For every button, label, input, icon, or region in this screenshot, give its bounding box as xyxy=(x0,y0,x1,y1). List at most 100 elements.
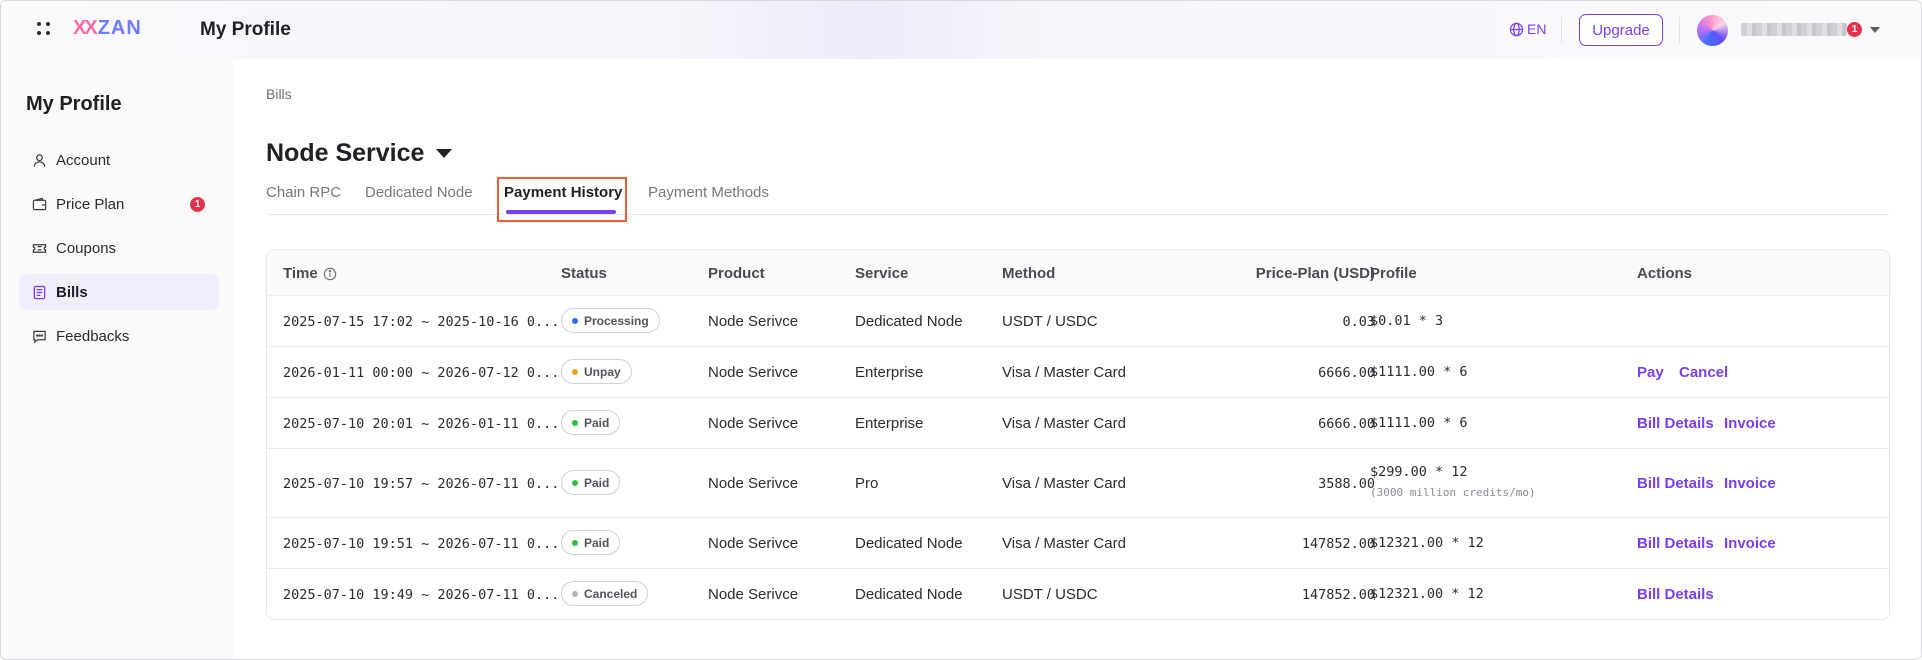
apps-grid-icon[interactable] xyxy=(37,22,51,36)
sidebar-item-label: Feedbacks xyxy=(56,327,130,345)
tab-payment-history[interactable]: Payment History xyxy=(504,184,622,201)
column-header-time: Time xyxy=(283,265,337,282)
cell-service: Enterprise xyxy=(855,415,924,432)
cell-service: Dedicated Node xyxy=(855,313,963,330)
header-divider xyxy=(1561,17,1562,43)
username-blurred[interactable] xyxy=(1741,23,1847,36)
sidebar-item-account[interactable]: Account xyxy=(19,142,219,178)
cell-product: Node Serivce xyxy=(708,586,799,603)
breadcrumb[interactable]: Bills xyxy=(266,86,292,102)
cell-method: Visa / Master Card xyxy=(1002,415,1126,432)
bill-details-link[interactable]: Bill Details xyxy=(1637,535,1714,552)
ticket-icon xyxy=(32,243,47,253)
app-window: XX ZAN My Profile EN Upgrade 1 My Profil… xyxy=(0,0,1922,660)
bill-details-link[interactable]: Bill Details xyxy=(1637,475,1714,492)
service-selector[interactable]: Node Service xyxy=(266,139,453,168)
header-divider xyxy=(1679,17,1680,43)
status-badge: Canceled xyxy=(561,581,649,606)
tab-payment-methods[interactable]: Payment Methods xyxy=(648,184,769,201)
table-row: 2025-07-10 19:57 ~ 2026-07-11 0... Paid … xyxy=(267,449,1889,518)
cell-time: 2025-07-10 20:01 ~ 2026-01-11 0... xyxy=(283,416,560,432)
cell-status: Paid xyxy=(561,410,621,435)
document-icon xyxy=(33,285,46,299)
sidebar-item-label: Price Plan xyxy=(56,195,125,213)
cell-price: 147852.00 xyxy=(1301,536,1375,552)
cell-service: Dedicated Node xyxy=(855,535,963,552)
table-row: 2025-07-10 20:01 ~ 2026-01-11 0... Paid … xyxy=(267,398,1889,449)
cell-service: Pro xyxy=(855,475,879,492)
cell-profile: $299.00 * 12 (3000 million credits/mo) xyxy=(1370,464,1536,499)
sidebar-item-bills[interactable]: Bills xyxy=(19,274,219,310)
table-header: Time Status Product Service Method Price… xyxy=(267,250,1889,296)
invoice-link[interactable]: Invoice xyxy=(1724,415,1776,432)
status-badge: Paid xyxy=(561,530,621,555)
cell-price: 3588.00 xyxy=(1318,476,1375,492)
cell-product: Node Serivce xyxy=(708,364,799,381)
cell-method: Visa / Master Card xyxy=(1002,364,1126,381)
table-row: 2026-01-11 00:00 ~ 2026-07-12 0... Unpay… xyxy=(267,347,1889,398)
upgrade-button[interactable]: Upgrade xyxy=(1579,14,1663,46)
cell-product: Node Serivce xyxy=(708,535,799,552)
status-dot xyxy=(572,368,578,375)
cell-time: 2025-07-10 19:49 ~ 2026-07-11 0... xyxy=(283,587,560,603)
sidebar-item-label: Coupons xyxy=(56,239,117,257)
cell-time: 2026-01-11 00:00 ~ 2026-07-12 0... xyxy=(283,365,560,381)
cell-time: 2025-07-10 19:51 ~ 2026-07-11 0... xyxy=(283,536,560,552)
bill-details-link[interactable]: Bill Details xyxy=(1637,415,1714,432)
invoice-link[interactable]: Invoice xyxy=(1724,535,1776,552)
cell-status: Processing xyxy=(561,308,660,333)
zan-logo[interactable]: XX ZAN xyxy=(73,17,142,40)
sidebar-title: My Profile xyxy=(26,93,122,115)
status-dot xyxy=(572,590,578,597)
info-icon[interactable] xyxy=(323,267,337,281)
page-title: Node Service xyxy=(266,139,425,167)
table-row: 2025-07-10 19:49 ~ 2026-07-11 0... Cance… xyxy=(267,569,1889,619)
column-header-product: Product xyxy=(708,265,765,282)
cell-method: Visa / Master Card xyxy=(1002,535,1126,552)
cell-price: 0.03 xyxy=(1342,314,1375,330)
invoice-link[interactable]: Invoice xyxy=(1724,475,1776,492)
cell-price: 6666.00 xyxy=(1318,365,1375,381)
cell-price: 147852.00 xyxy=(1301,587,1375,603)
cell-method: Visa / Master Card xyxy=(1002,475,1126,492)
table-row: 2025-07-15 17:02 ~ 2025-10-16 0... Proce… xyxy=(267,296,1889,347)
column-header-profile: Profile xyxy=(1370,265,1417,282)
user-icon xyxy=(33,153,46,167)
notification-badge: 1 xyxy=(1847,22,1862,37)
sidebar: My Profile Account Price Plan 1 Coupons xyxy=(1,59,233,659)
bill-details-link[interactable]: Bill Details xyxy=(1637,586,1714,603)
caret-down-icon xyxy=(436,149,453,158)
column-header-price: Price-Plan (USD) xyxy=(1255,265,1375,282)
column-header-status: Status xyxy=(561,265,607,282)
column-header-service: Service xyxy=(855,265,909,282)
pay-button[interactable]: Pay xyxy=(1637,364,1664,381)
status-badge: Paid xyxy=(561,470,621,495)
sidebar-item-coupons[interactable]: Coupons xyxy=(19,230,219,266)
status-dot xyxy=(572,479,578,486)
sidebar-item-feedbacks[interactable]: Feedbacks xyxy=(19,318,219,354)
tab-chain-rpc[interactable]: Chain RPC xyxy=(266,184,341,201)
avatar[interactable] xyxy=(1697,15,1728,46)
payment-history-table: Time Status Product Service Method Price… xyxy=(266,249,1890,620)
active-tab-indicator xyxy=(506,210,616,214)
cell-method: USDT / USDC xyxy=(1002,586,1098,603)
cell-service: Dedicated Node xyxy=(855,586,963,603)
tab-dedicated-node[interactable]: Dedicated Node xyxy=(365,184,473,201)
app-title: My Profile xyxy=(200,19,291,40)
status-dot xyxy=(572,317,578,324)
cell-status: Canceled xyxy=(561,581,649,606)
sidebar-item-price-plan[interactable]: Price Plan 1 xyxy=(19,186,219,222)
table-row: 2025-07-10 19:51 ~ 2026-07-11 0... Paid … xyxy=(267,518,1889,569)
logo-mark: XX xyxy=(73,17,98,39)
status-badge: Processing xyxy=(561,308,660,333)
sidebar-item-label: Bills xyxy=(56,283,88,301)
chevron-down-icon[interactable] xyxy=(1870,27,1880,33)
column-header-actions: Actions xyxy=(1637,265,1693,282)
sidebar-item-label: Account xyxy=(56,151,111,169)
cancel-button[interactable]: Cancel xyxy=(1679,364,1728,381)
price-plan-badge: 1 xyxy=(190,197,205,212)
top-bar: XX ZAN My Profile EN Upgrade 1 xyxy=(1,1,1921,59)
cell-time: 2025-07-15 17:02 ~ 2025-10-16 0... xyxy=(283,314,560,330)
cell-status: Unpay xyxy=(561,359,632,384)
language-switcher[interactable]: EN xyxy=(1509,21,1546,37)
